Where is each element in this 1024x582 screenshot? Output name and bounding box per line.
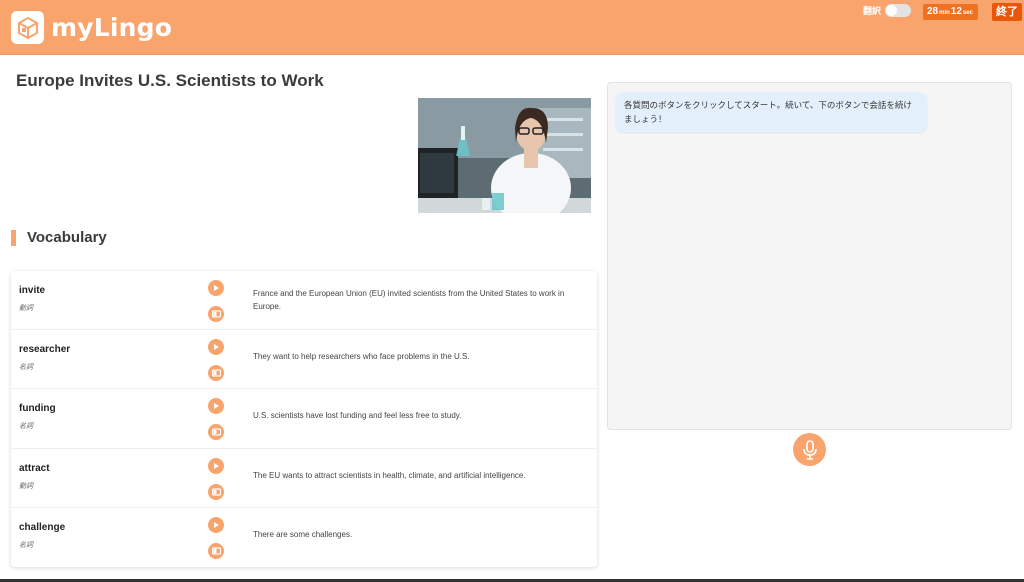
play-audio-button[interactable] [208, 457, 224, 474]
play-audio-button[interactable] [208, 516, 224, 533]
play-icon [214, 462, 219, 469]
example-sentence: U.S. scientists have lost funding and fe… [253, 411, 462, 421]
play-audio-button[interactable] [208, 280, 224, 296]
chat-panel: 各質問のボタンをクリックしてスタート。続いて、下のボタンで会話を続けましょう！ [607, 82, 1012, 430]
play-icon [214, 521, 219, 528]
article-title: Europe Invites U.S. Scientists to Work [16, 71, 324, 90]
dictionary-button[interactable] [208, 424, 224, 441]
translate-toggle-group: 翻訳 [863, 4, 912, 17]
toggle-knob [886, 5, 898, 16]
chat-message: 各質問のボタンをクリックしてスタート。続いて、下のボタンで会話を続けましょう！ [616, 92, 927, 132]
timer-minutes: 28 [927, 6, 939, 17]
play-icon [214, 344, 219, 351]
vocab-row-researcher: researcher 名詞 They want to help research… [11, 330, 597, 390]
dictionary-button[interactable] [208, 483, 224, 500]
app-header: myLingo 翻訳 28 min 12 sec 終了 [0, 0, 1024, 55]
example-sentence: There are some challenges. [253, 529, 353, 539]
vocab-row-attract: attract 動詞 The EU wants to attract scien… [11, 449, 597, 508]
play-audio-button[interactable] [208, 398, 224, 415]
vocab-row-funding: funding 名詞 U.S. scientists have lost fun… [11, 389, 597, 449]
vocab-word: invite [19, 285, 46, 296]
microphone-icon [802, 439, 817, 460]
vocab-word: funding [19, 403, 56, 415]
book-icon [211, 369, 221, 377]
end-session-button[interactable]: 終了 [992, 3, 1022, 21]
vocab-part-of-speech: 名詞 [19, 541, 33, 549]
logo-cube-icon [11, 11, 44, 44]
vocab-part-of-speech: 動詞 [19, 482, 33, 490]
microphone-button[interactable] [793, 433, 826, 466]
play-icon [214, 285, 219, 291]
vocab-row-invite: invite 動詞 France and the European Union … [11, 271, 597, 331]
vocabulary-heading: Vocabulary [11, 229, 107, 246]
vocab-word: researcher [19, 344, 71, 356]
example-sentence: France and the European Union (EU) invit… [253, 289, 565, 311]
book-icon [211, 428, 221, 436]
vocab-part-of-speech: 名詞 [19, 364, 33, 372]
vocab-word: challenge [19, 521, 66, 533]
vocab-word: attract [19, 462, 50, 474]
translate-toggle[interactable] [885, 4, 912, 17]
vocab-row-challenge: challenge 名詞 There are some challenges. [11, 508, 597, 567]
session-timer: 28 min 12 sec [923, 4, 978, 20]
heading-accent-bar [11, 229, 16, 246]
book-icon [211, 547, 221, 555]
vocabulary-list: invite 動詞 France and the European Union … [11, 271, 597, 567]
dictionary-button[interactable] [208, 365, 224, 382]
play-icon [214, 403, 219, 410]
example-sentence: The EU wants to attract scientists in he… [253, 470, 526, 480]
translate-label: 翻訳 [863, 6, 882, 16]
book-icon [211, 487, 221, 496]
play-audio-button[interactable] [208, 339, 224, 356]
vocab-part-of-speech: 動詞 [19, 305, 33, 312]
timer-seconds: 12 [950, 6, 962, 17]
article-image [418, 98, 591, 213]
vocab-part-of-speech: 名詞 [19, 423, 33, 431]
book-icon [211, 310, 221, 318]
app-name: myLingo [51, 13, 173, 42]
example-sentence: They want to help researchers who face p… [253, 352, 470, 362]
dictionary-button[interactable] [208, 542, 224, 559]
vocabulary-title: Vocabulary [27, 229, 107, 246]
timer-min-unit: min [939, 10, 950, 16]
timer-sec-unit: sec [962, 10, 973, 16]
app-logo: myLingo [11, 11, 172, 44]
dictionary-button[interactable] [208, 306, 224, 322]
